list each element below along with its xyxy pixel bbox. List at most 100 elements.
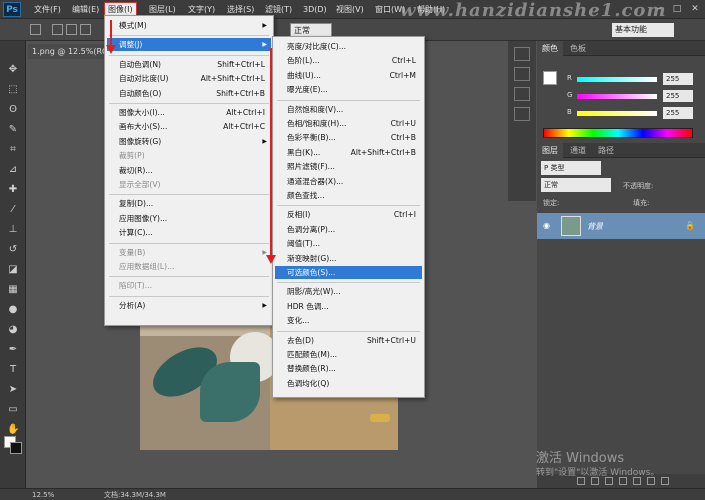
background-color-swatch[interactable] (10, 442, 22, 454)
color-spectrum[interactable] (543, 128, 693, 138)
tab-paths[interactable]: 路径 (593, 143, 619, 158)
tab-layers[interactable]: 图层 (537, 143, 563, 158)
menu-item[interactable]: 颜色查找... (275, 189, 422, 202)
document-tab[interactable]: 1.png @ 12.5%(RGB/8#) (28, 44, 108, 59)
actions-panel-icon[interactable] (514, 67, 530, 81)
blur-tool-icon[interactable]: ● (7, 305, 19, 315)
menu-item[interactable]: 色相/饱和度(H)... Ctrl+U (275, 117, 422, 130)
menu-item[interactable]: 曝光度(E)... (275, 83, 422, 96)
move-tool-icon[interactable]: ✥ (7, 65, 19, 75)
menu-item[interactable]: 照片滤镜(F)... (275, 160, 422, 173)
new-layer-icon[interactable] (647, 477, 655, 485)
shape-tool-icon[interactable]: ▭ (7, 405, 19, 415)
layer-kind-filter[interactable]: P 类型 (541, 161, 601, 175)
marquee-tool-icon[interactable]: ⬚ (7, 85, 19, 95)
menu-item[interactable]: 通道混合器(X)... (275, 175, 422, 188)
menu-item[interactable]: 自然饱和度(V)... (275, 103, 422, 116)
menu-item[interactable]: 阴影/高光(W)... (275, 285, 422, 298)
new-selection-icon[interactable] (52, 24, 63, 35)
menu-9[interactable]: 视图(V) (333, 3, 367, 17)
menu-item[interactable]: 模式(M) ▶ (107, 19, 271, 32)
adjustment-layer-icon[interactable] (619, 477, 627, 485)
menu-item[interactable]: 分析(A) ▶ (107, 299, 271, 312)
healing-tool-icon[interactable]: ✚ (7, 185, 19, 195)
document-info[interactable]: 文档:34.3M/34.3M (104, 489, 166, 500)
channel-value-input[interactable]: 255 (663, 107, 693, 119)
tab-channels[interactable]: 通道 (565, 143, 591, 158)
hand-tool-icon[interactable]: ✋ (7, 425, 19, 435)
menu-item[interactable]: 图像旋转(G) ▶ (107, 135, 271, 148)
menu-item[interactable]: 反相(I) Ctrl+I (275, 208, 422, 221)
menu-item[interactable]: 画布大小(S)... Alt+Ctrl+C (107, 120, 271, 133)
menu-item[interactable]: 曲线(U)... Ctrl+M (275, 69, 422, 82)
quick-select-tool-icon[interactable]: ✎ (7, 125, 19, 135)
channel-gradient[interactable] (577, 111, 657, 116)
menu-item[interactable]: 复制(D)... (107, 197, 271, 210)
link-layers-icon[interactable] (577, 477, 585, 485)
path-select-tool-icon[interactable]: ➤ (7, 385, 19, 395)
menu-item[interactable]: 裁切(R)... (107, 164, 271, 177)
menu-item[interactable]: 自动对比度(U) Alt+Shift+Ctrl+L (107, 72, 271, 85)
menu-1[interactable]: 文件(F) (31, 3, 64, 17)
menu-item[interactable]: 显示全部(V) (107, 178, 271, 191)
menu-item[interactable]: 变量(B) ▶ (107, 246, 271, 259)
history-brush-tool-icon[interactable]: ↺ (7, 245, 19, 255)
channel-gradient[interactable] (577, 94, 657, 99)
menu-item[interactable]: 可选颜色(S)... (275, 266, 422, 279)
menu-item[interactable]: 变化... (275, 314, 422, 327)
fx-icon[interactable] (591, 477, 599, 485)
menu-item[interactable]: 色调分离(P)... (275, 223, 422, 236)
channel-value-input[interactable]: 255 (663, 73, 693, 85)
menu-item[interactable]: 自动色调(N) Shift+Ctrl+L (107, 58, 271, 71)
zoom-level[interactable]: 12.5% (32, 489, 54, 500)
menu-item[interactable]: 裁剪(P) (107, 149, 271, 162)
gradient-tool-icon[interactable]: ▦ (7, 285, 19, 295)
menu-item[interactable]: 渐变映射(G)... (275, 252, 422, 265)
fg-color-preview[interactable] (543, 71, 557, 85)
menu-8[interactable]: 3D(D) (300, 3, 330, 17)
brush-tool-icon[interactable]: ⁄ (7, 205, 19, 215)
subtract-selection-icon[interactable] (80, 24, 91, 35)
history-panel-icon[interactable] (514, 47, 530, 61)
tab-color[interactable]: 颜色 (537, 41, 563, 56)
tab-swatches[interactable]: 色板 (565, 41, 591, 56)
visibility-eye-icon[interactable]: ◉ (543, 221, 550, 230)
paragraph-panel-icon[interactable] (514, 107, 530, 121)
menu-item[interactable]: 自动颜色(O) Shift+Ctrl+B (107, 87, 271, 100)
stamp-tool-icon[interactable]: ⊥ (7, 225, 19, 235)
delete-layer-icon[interactable] (661, 477, 669, 485)
menu-item[interactable]: 匹配颜色(M)... (275, 348, 422, 361)
menu-item[interactable]: 替换颜色(R)... (275, 362, 422, 375)
menu-item[interactable]: 去色(D) Shift+Ctrl+U (275, 334, 422, 347)
layer-row[interactable]: ◉ 背景 🔒 (537, 213, 705, 239)
dodge-tool-icon[interactable]: ◕ (7, 325, 19, 335)
menu-item[interactable]: HDR 色调... (275, 300, 422, 313)
workspace-select[interactable]: 基本功能 (612, 23, 674, 37)
menu-item[interactable]: 应用图像(Y)... (107, 212, 271, 225)
minimize-icon[interactable]: – (653, 3, 665, 15)
menu-item[interactable]: 亮度/对比度(C)... (275, 40, 422, 53)
menu-item[interactable]: 调整(J) ▶ (107, 38, 271, 52)
tool-preset-icon[interactable] (30, 24, 41, 35)
add-selection-icon[interactable] (66, 24, 77, 35)
menu-item[interactable]: 图像大小(I)... Alt+Ctrl+I (107, 106, 271, 119)
menu-item[interactable]: 计算(C)... (107, 226, 271, 239)
new-group-icon[interactable] (633, 477, 641, 485)
blend-mode-select[interactable]: 正常 (541, 178, 611, 192)
style-select[interactable]: 正常 (290, 23, 332, 37)
menu-item[interactable]: 色调均化(Q) (275, 377, 422, 390)
lasso-tool-icon[interactable]: ʘ (7, 105, 19, 115)
close-icon[interactable]: ✕ (689, 3, 701, 15)
menu-item[interactable]: 黑白(K)... Alt+Shift+Ctrl+B (275, 146, 422, 159)
crop-tool-icon[interactable]: ⌗ (7, 145, 19, 155)
menu-item[interactable]: 应用数据组(L)... (107, 260, 271, 273)
channel-value-input[interactable]: 255 (663, 90, 693, 102)
character-panel-icon[interactable] (514, 87, 530, 101)
menu-item[interactable]: 阈值(T)... (275, 237, 422, 250)
menu-item[interactable]: 色阶(L)... Ctrl+L (275, 54, 422, 67)
add-mask-icon[interactable] (605, 477, 613, 485)
pen-tool-icon[interactable]: ✒ (7, 345, 19, 355)
menu-item[interactable]: 陷印(T)... (107, 279, 271, 292)
type-tool-icon[interactable]: T (7, 365, 19, 375)
eyedropper-tool-icon[interactable]: ⊿ (7, 165, 19, 175)
